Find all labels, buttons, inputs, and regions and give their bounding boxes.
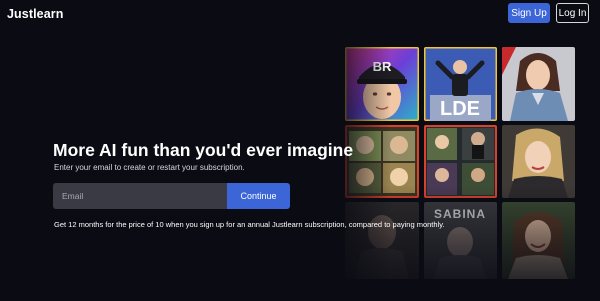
tile-figures-collage (424, 125, 497, 198)
tile-blonde-portrait (502, 125, 575, 198)
tile-sabina-poster: SABINA (424, 202, 497, 279)
stage-caption: LDE (440, 98, 480, 120)
continue-button[interactable]: Continue (227, 183, 290, 209)
tile-smiling-portrait (502, 202, 575, 279)
email-input[interactable] (53, 183, 228, 209)
signup-button[interactable]: Sign Up (508, 3, 550, 23)
login-button[interactable]: Log In (556, 3, 589, 23)
brand-logo[interactable]: Justlearn (7, 7, 63, 21)
figures-collage-image (424, 125, 497, 198)
promo-text: Get 12 months for the price of 10 when y… (54, 220, 445, 229)
stage-performer-image: LDE (424, 47, 497, 121)
tile-vintage-collage (345, 125, 419, 198)
dark-portrait-image (345, 202, 419, 279)
cap-caption: BR (373, 59, 392, 74)
sabina-caption: SABINA (434, 207, 486, 221)
vintage-collage-image (345, 125, 419, 198)
cap-portrait-image: BR (345, 47, 419, 121)
sabina-poster-image: SABINA (424, 202, 497, 279)
smiling-portrait-image (502, 202, 575, 279)
image-mosaic: BR LDE SABINA (345, 47, 575, 279)
blonde-portrait-image (502, 125, 575, 198)
denim-portrait-image (502, 47, 575, 121)
hero-subtitle: Enter your email to create or restart yo… (54, 163, 245, 172)
tile-dark-portrait (345, 202, 419, 279)
tile-cap-portrait: BR (345, 47, 419, 121)
tile-denim-portrait (502, 47, 575, 121)
tile-stage-performer: LDE (424, 47, 497, 121)
hero-title: More AI fun than you'd ever imagine (53, 140, 354, 160)
landing-page: Justlearn Sign Up Log In BR LDE SABINA M… (0, 0, 600, 301)
